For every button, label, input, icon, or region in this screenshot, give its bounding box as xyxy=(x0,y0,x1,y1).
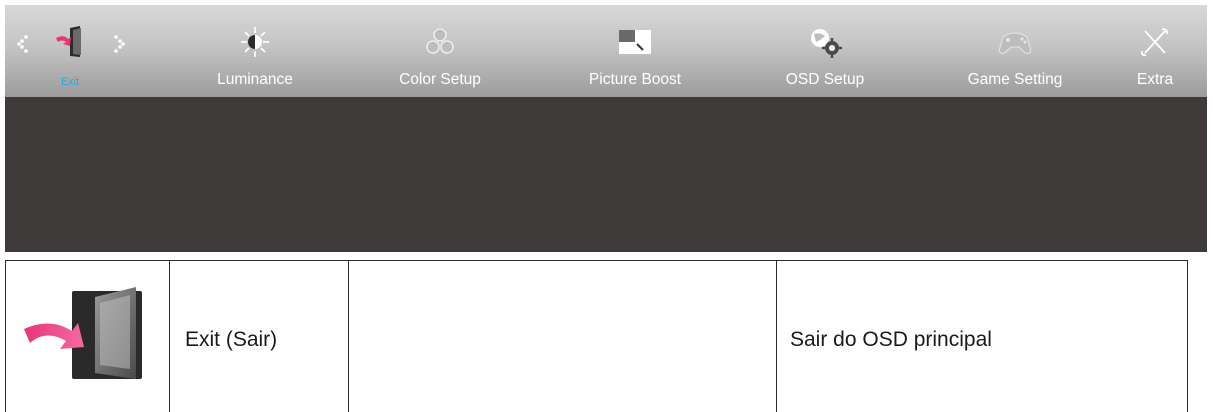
menu-label-luminance: Luminance xyxy=(217,71,293,88)
menu-item-picture-boost[interactable]: Picture Boost xyxy=(565,5,705,97)
menu-bar: Exit Luminance Color Setup Picture Boost… xyxy=(5,5,1207,97)
menu-label-osd-setup: OSD Setup xyxy=(785,71,865,88)
menu-item-luminance[interactable]: Luminance xyxy=(195,5,315,97)
luminance-icon xyxy=(241,27,269,57)
osd-menu: Exit Luminance Color Setup Picture Boost… xyxy=(5,5,1207,252)
table-cell-value xyxy=(348,261,776,412)
chevron-right-icon[interactable] xyxy=(112,32,126,54)
item-description: Sair do OSD principal xyxy=(790,328,992,351)
exit-door-icon xyxy=(24,287,142,379)
picture-boost-icon xyxy=(619,30,651,54)
exit-icon xyxy=(56,26,81,57)
menu-label-color-setup: Color Setup xyxy=(399,71,481,88)
table-cell-description: Sair do OSD principal xyxy=(776,261,1188,412)
menu-label-exit: Exit xyxy=(60,76,80,88)
menu-item-osd-setup[interactable]: OSD Setup xyxy=(765,5,885,97)
color-setup-icon xyxy=(426,28,454,54)
menu-item-extra[interactable]: Extra xyxy=(1120,5,1190,97)
description-table: Exit (Sair) Sair do OSD principal xyxy=(5,260,1188,412)
menu-label-picture-boost: Picture Boost xyxy=(588,71,682,88)
menu-label-game-setting: Game Setting xyxy=(967,71,1063,88)
menu-item-exit[interactable]: Exit xyxy=(25,5,115,97)
table-cell-name: Exit (Sair) xyxy=(169,261,348,412)
menu-item-color-setup[interactable]: Color Setup xyxy=(380,5,500,97)
table-cell-icon xyxy=(5,261,169,412)
item-name: Exit (Sair) xyxy=(185,328,278,351)
menu-item-game-setting[interactable]: Game Setting xyxy=(945,5,1085,97)
game-setting-icon xyxy=(998,32,1032,54)
osd-setup-icon xyxy=(811,29,842,58)
menu-label-extra: Extra xyxy=(1136,71,1174,88)
extra-icon xyxy=(1140,28,1169,57)
